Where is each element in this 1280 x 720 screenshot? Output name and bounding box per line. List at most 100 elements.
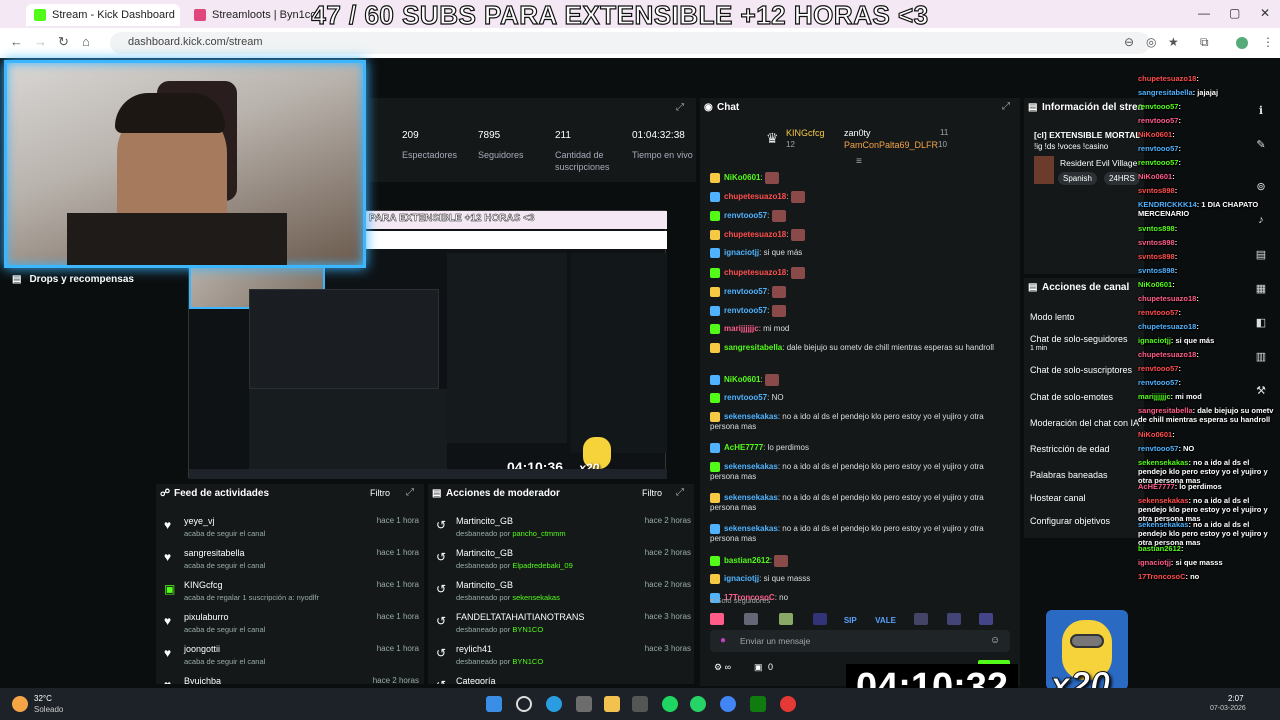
- expand-icon[interactable]: ⤢: [676, 102, 684, 113]
- gifter-name[interactable]: zan0ty: [844, 128, 871, 138]
- extensions-icon[interactable]: ⧉: [1200, 35, 1209, 50]
- feed-item-name[interactable]: pixulaburro: [184, 612, 229, 622]
- emote-icon[interactable]: [946, 612, 961, 625]
- chat-username[interactable]: sekensekakas: [724, 493, 778, 502]
- chat-username[interactable]: NiKo0601: [724, 375, 760, 384]
- tag-chip[interactable]: 24HRS: [1104, 172, 1140, 185]
- xbox-icon[interactable]: [750, 696, 766, 712]
- chat-username[interactable]: chupetesuazo18: [724, 230, 786, 239]
- chat-username[interactable]: sekensekakas: [724, 412, 778, 421]
- emote-icon[interactable]: [744, 612, 759, 625]
- start-icon[interactable]: [486, 696, 502, 712]
- tab-streamloots[interactable]: Streamloots | Byn1co | Apóyam: [186, 4, 316, 26]
- stream-title[interactable]: [cl] EXTENSIBLE MORTAL +12 HORAS CTM: [1034, 130, 1144, 140]
- window-close-icon[interactable]: ✕: [1260, 6, 1270, 20]
- maximize-icon[interactable]: ▢: [1229, 6, 1240, 20]
- mod-item-by[interactable]: BYN1CO: [512, 657, 543, 666]
- chat-username[interactable]: sekensekakas: [724, 462, 778, 471]
- feed-item-name[interactable]: KINGcfcg: [184, 580, 223, 590]
- mod-item-name[interactable]: Martincito_GB: [456, 516, 513, 526]
- chrome-icon[interactable]: [720, 696, 736, 712]
- visibility-icon[interactable]: ◎: [1146, 35, 1156, 49]
- mic-side-icon[interactable]: ♪: [1252, 214, 1270, 232]
- emote-icon[interactable]: [778, 612, 793, 625]
- menu-kebab-icon[interactable]: ⋮: [1262, 35, 1274, 49]
- stream-category[interactable]: Resident Evil Village: [1060, 158, 1137, 168]
- layers-side-icon[interactable]: ◧: [1252, 316, 1270, 334]
- chat-username[interactable]: renvtooo57: [724, 211, 767, 220]
- mod-filter-button[interactable]: Filtro: [642, 488, 662, 498]
- chat-username[interactable]: sangresitabella: [724, 343, 782, 352]
- pencil-side-icon[interactable]: ✎: [1252, 138, 1270, 156]
- doc-side-icon[interactable]: ▤: [1252, 248, 1270, 266]
- chat-username[interactable]: AcHE7777: [724, 443, 763, 452]
- obs-icon[interactable]: [780, 696, 796, 712]
- feed-filter-button[interactable]: Filtro: [370, 488, 390, 498]
- mod-item-name[interactable]: Categoría: [456, 676, 496, 684]
- profile-avatar[interactable]: [1236, 37, 1248, 49]
- forward-icon[interactable]: →: [34, 34, 47, 49]
- minimize-icon[interactable]: —: [1198, 6, 1210, 20]
- chat-username[interactable]: NiKo0601: [724, 173, 760, 182]
- action-age-restriction[interactable]: Restricción de edad: [1030, 444, 1110, 454]
- mod-item-by[interactable]: pancho_ctmmm: [512, 529, 565, 538]
- mod-item-name[interactable]: Martincito_GB: [456, 580, 513, 590]
- action-ai-moderation[interactable]: Moderación del chat con IA: [1030, 418, 1139, 428]
- mod-item-name[interactable]: FANDELTATAHAITIANOTRANS: [456, 612, 584, 622]
- spotify-icon[interactable]: [662, 696, 678, 712]
- chat-username[interactable]: marijjjjjjc: [724, 324, 759, 333]
- gifter-name[interactable]: PamConPalta69_DLFR: [844, 140, 938, 150]
- action-configure-goals[interactable]: Configurar objetivos: [1030, 516, 1110, 526]
- panel-side-icon[interactable]: ▥: [1252, 350, 1270, 368]
- chat-username[interactable]: sekensekakas: [724, 524, 778, 533]
- feed-expand-icon[interactable]: ⤢: [406, 487, 414, 498]
- broadcast-side-icon[interactable]: ⊚: [1252, 180, 1270, 198]
- whatsapp-icon[interactable]: [690, 696, 706, 712]
- chat-username[interactable]: chupetesuazo18: [724, 192, 786, 201]
- chat-username[interactable]: renvtooo57: [724, 306, 767, 315]
- emote-icon[interactable]: [979, 612, 994, 625]
- chat-settings-icon[interactable]: ⚙ ∞: [714, 662, 731, 673]
- gifter-name[interactable]: KINGcfcg: [786, 128, 825, 138]
- mod-item-by[interactable]: Elpadredebaki_09: [512, 561, 572, 570]
- emote-icon[interactable]: [710, 612, 724, 625]
- action-slow-mode[interactable]: Modo lento: [1030, 312, 1075, 322]
- action-host-channel[interactable]: Hostear canal: [1030, 493, 1086, 503]
- chat-username[interactable]: ignaciotjj: [724, 574, 759, 583]
- collapse-gifters-icon[interactable]: ≡: [856, 156, 862, 167]
- grid-side-icon[interactable]: ▦: [1252, 282, 1270, 300]
- feed-item-name[interactable]: joongottii: [184, 644, 220, 654]
- search-icon[interactable]: [516, 696, 532, 712]
- home-icon[interactable]: ⌂: [82, 34, 90, 49]
- action-banned-words[interactable]: Palabras baneadas: [1030, 470, 1108, 480]
- edge-icon[interactable]: [546, 696, 562, 712]
- emote-sip[interactable]: SIP: [844, 616, 857, 625]
- feed-item-name[interactable]: yeye_vj: [184, 516, 215, 526]
- chat-input[interactable]: ● Enviar un mensaje ☺: [710, 630, 1010, 652]
- emote-icon[interactable]: [813, 612, 828, 625]
- url-field[interactable]: dashboard.kick.com/stream: [110, 32, 1150, 54]
- microphone-icon[interactable]: ●: [720, 635, 726, 646]
- chat-username[interactable]: bastian2612: [724, 556, 770, 565]
- chat-username[interactable]: ignaciotjj: [724, 248, 759, 257]
- chat-popout-icon[interactable]: ⤢: [1002, 101, 1010, 112]
- settings-side-icon[interactable]: ⚒: [1252, 384, 1270, 402]
- emote-vale[interactable]: VALE: [875, 616, 896, 625]
- zoom-icon[interactable]: ⊖: [1124, 35, 1134, 49]
- file-explorer-icon[interactable]: [604, 696, 620, 712]
- feed-item-name[interactable]: Byuichba: [184, 676, 221, 684]
- back-icon[interactable]: ←: [10, 34, 23, 49]
- action-followers-only[interactable]: Chat de solo-seguidores: [1030, 334, 1128, 344]
- bookmark-star-icon[interactable]: ★: [1168, 35, 1179, 49]
- feed-item-name[interactable]: sangresitabella: [184, 548, 245, 558]
- app-icon[interactable]: [632, 696, 648, 712]
- tab-kick-dashboard[interactable]: Stream - Kick Dashboard ✕: [26, 4, 180, 26]
- chat-username[interactable]: renvtooo57: [724, 393, 767, 402]
- emoji-icon[interactable]: ☺: [990, 635, 1000, 646]
- mod-item-by[interactable]: sekensekakas: [512, 593, 560, 602]
- store-icon[interactable]: [576, 696, 592, 712]
- tag-chip[interactable]: Spanish: [1058, 172, 1097, 185]
- sidebar-item-drops[interactable]: ▤ Drops y recompensas: [12, 274, 134, 285]
- mod-item-name[interactable]: Martincito_GB: [456, 548, 513, 558]
- chat-username[interactable]: chupetesuazo18: [724, 268, 786, 277]
